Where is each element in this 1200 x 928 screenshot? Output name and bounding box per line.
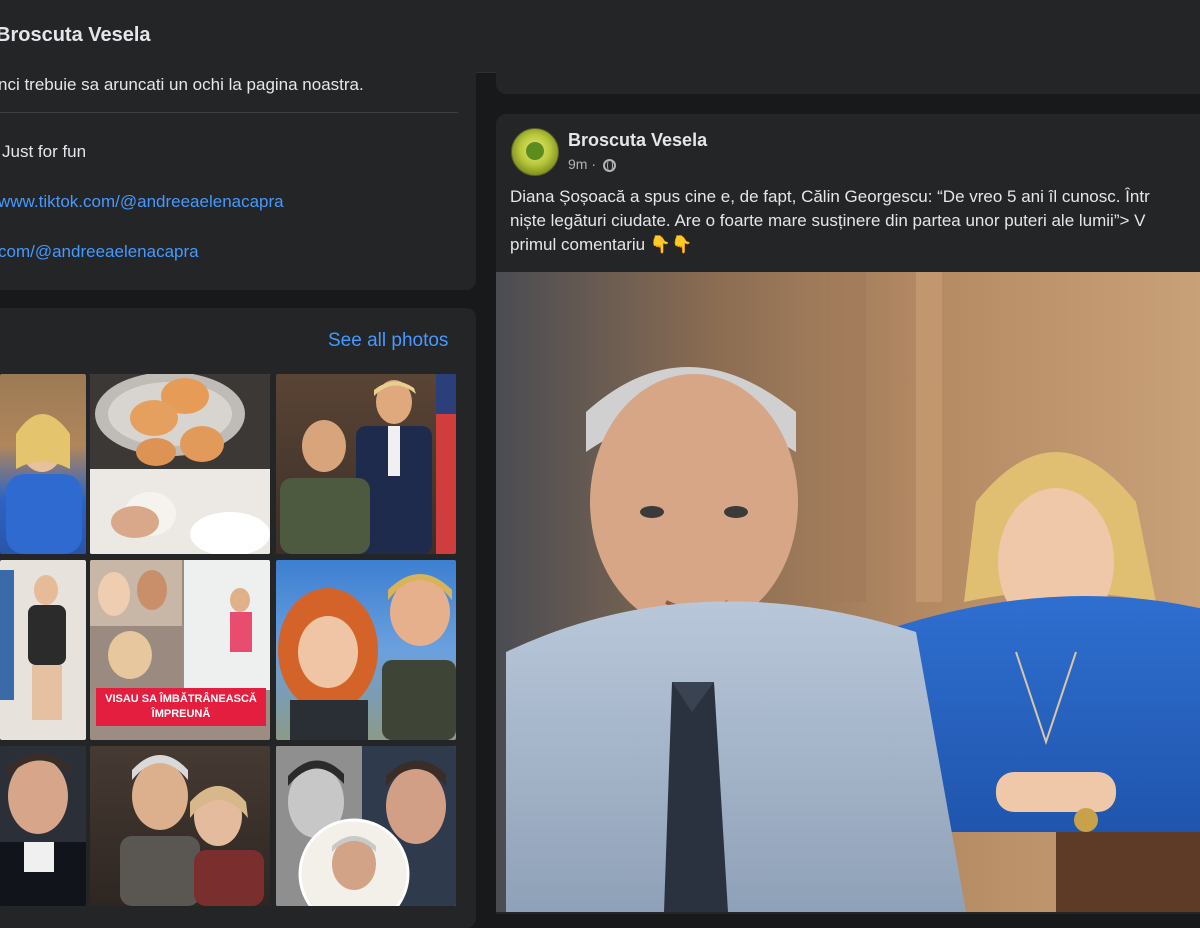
photo-woman-room (0, 570, 66, 720)
photo-thumbnail-6[interactable] (276, 560, 456, 740)
photo-thumbnail-2[interactable] (90, 374, 270, 554)
photo-eggs-pot (90, 374, 270, 554)
photo-thumbnail-4[interactable] (0, 560, 86, 740)
intro-divider (0, 112, 458, 113)
post-photo-illustration (496, 272, 1200, 912)
intro-description: nci trebuie sa aruncati un ochi la pagin… (0, 75, 364, 94)
tiktok-link[interactable]: www.tiktok.com/@andreeaelenacapra (0, 192, 284, 212)
meta-separator: · (591, 156, 597, 172)
post-timestamp[interactable]: 9m (568, 156, 587, 172)
post-image[interactable] (496, 272, 1200, 912)
photo-two-politicians (280, 374, 456, 554)
see-all-photos-link[interactable]: See all photos (328, 330, 448, 352)
photo-thumbnail-1[interactable] (0, 374, 86, 554)
previous-post-card (496, 60, 1200, 94)
post-author[interactable]: Broscuta Vesela (568, 130, 707, 151)
page-title[interactable]: Broscuta Vesela (0, 24, 151, 47)
photo-two-people (278, 574, 456, 740)
photo-caption-banner: VISAU SA ÎMBĂTRÂNEASCĂ ÎMPREUNĂ (96, 688, 266, 726)
globe-icon (602, 159, 616, 172)
photo-thumbnail-7[interactable] (0, 746, 86, 906)
photo-thumbnail-8[interactable] (90, 746, 270, 906)
page-category: Just for fun (2, 142, 87, 161)
photo-collage-men (276, 746, 456, 906)
photo-elderly-couple (120, 755, 264, 906)
photo-thumbnail-9[interactable] (276, 746, 456, 906)
photo-thumbnail-3[interactable] (276, 374, 456, 554)
photo-man-suit (0, 753, 86, 906)
frog-logo-icon (526, 142, 544, 160)
secondary-link[interactable]: com/@andreeaelenacapra (0, 242, 199, 262)
post-meta: 9m · (568, 156, 616, 172)
post-text: Diana Șoșoacă a spus cine e, de fapt, Că… (510, 187, 1150, 254)
photo-woman-blue-dress (6, 414, 82, 554)
